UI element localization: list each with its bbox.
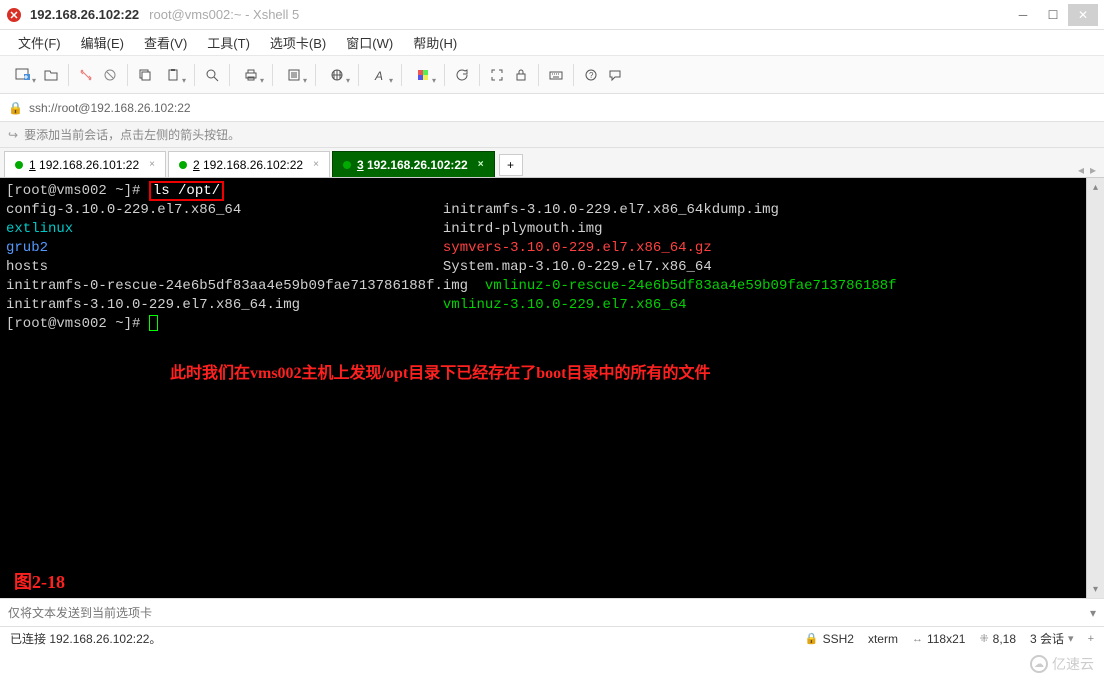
compose-dropdown-button[interactable]: ▾ <box>1090 606 1096 620</box>
compose-bar: ▾ <box>0 598 1104 626</box>
window-title-sub: root@vms002:~ - Xshell 5 <box>149 7 299 22</box>
add-tab-button[interactable]: + <box>499 154 523 176</box>
position-icon: ⁜ <box>979 632 988 645</box>
print-button[interactable] <box>236 64 266 86</box>
figure-label: 图2-18 <box>14 573 65 592</box>
status-dot-icon <box>343 161 351 169</box>
menu-bar: 文件(F) 编辑(E) 查看(V) 工具(T) 选项卡(B) 窗口(W) 帮助(… <box>0 30 1104 56</box>
status-term: xterm <box>868 632 898 646</box>
color-scheme-button[interactable] <box>408 64 438 86</box>
properties-button[interactable] <box>279 64 309 86</box>
cloud-icon: ☁ <box>1030 655 1048 673</box>
status-size: ↔118x21 <box>912 632 965 646</box>
tab-next-button[interactable]: ▸ <box>1090 163 1096 177</box>
disconnect-button[interactable] <box>99 64 121 86</box>
close-icon[interactable]: × <box>149 159 155 170</box>
chevron-down-icon: ▾ <box>1068 632 1074 645</box>
font-button[interactable]: A <box>365 64 395 86</box>
watermark-text: 亿速云 <box>1052 654 1094 674</box>
window-controls: ─ ☐ ✕ <box>1008 4 1098 26</box>
new-session-button[interactable] <box>8 64 38 86</box>
menu-tabs[interactable]: 选项卡(B) <box>262 30 334 55</box>
title-bar: 192.168.26.102:22 root@vms002:~ - Xshell… <box>0 0 1104 30</box>
lock-button[interactable] <box>510 64 532 86</box>
annotation-text: 此时我们在vms002主机上发现/opt目录下已经存在了boot目录中的所有的文… <box>170 364 710 383</box>
menu-edit[interactable]: 编辑(E) <box>73 30 132 55</box>
reconnect-button[interactable] <box>75 64 97 86</box>
terminal-container: [root@vms002 ~]# ls /opt/config-3.10.0-2… <box>0 178 1104 598</box>
menu-file[interactable]: 文件(F) <box>10 30 69 55</box>
lock-icon: 🔒 <box>8 101 23 115</box>
watermark: ☁ 亿速云 <box>1030 654 1094 674</box>
scrollbar[interactable]: ▴ ▾ <box>1086 178 1104 598</box>
terminal[interactable]: [root@vms002 ~]# ls /opt/config-3.10.0-2… <box>0 178 1086 598</box>
tab-bar: 1 192.168.26.101:22 × 2 192.168.26.102:2… <box>0 148 1104 178</box>
status-dot-icon <box>179 161 187 169</box>
scroll-down-button[interactable]: ▾ <box>1087 580 1104 598</box>
fullscreen-button[interactable] <box>486 64 508 86</box>
status-dot-icon <box>15 161 23 169</box>
plus-icon: + <box>1088 633 1094 645</box>
close-button[interactable]: ✕ <box>1068 4 1098 26</box>
session-tab-3[interactable]: 3 192.168.26.102:22 × <box>332 151 495 177</box>
paste-button[interactable] <box>158 64 188 86</box>
copy-button[interactable] <box>134 64 156 86</box>
open-button[interactable] <box>40 64 62 86</box>
menu-view[interactable]: 查看(V) <box>136 30 195 55</box>
status-bar: 已连接 192.168.26.102:22。 🔒SSH2 xterm ↔118x… <box>0 626 1104 650</box>
tab-label: 1 192.168.26.101:22 <box>29 158 139 172</box>
address-input[interactable] <box>29 101 1096 115</box>
refresh-button[interactable] <box>451 64 473 86</box>
maximize-button[interactable]: ☐ <box>1038 4 1068 26</box>
lock-icon: 🔒 <box>805 632 819 645</box>
svg-text:?: ? <box>589 71 594 80</box>
hint-bar: ↪ 要添加当前会话，点击左侧的箭头按钮。 <box>0 122 1104 148</box>
tab-prev-button[interactable]: ◂ <box>1078 163 1084 177</box>
status-add-button[interactable]: + <box>1088 633 1094 645</box>
tab-label: 2 192.168.26.102:22 <box>193 158 303 172</box>
globe-button[interactable] <box>322 64 352 86</box>
tab-nav: ◂ ▸ <box>1078 163 1104 177</box>
size-icon: ↔ <box>912 633 923 645</box>
menu-help[interactable]: 帮助(H) <box>405 30 465 55</box>
session-tab-1[interactable]: 1 192.168.26.101:22 × <box>4 151 166 177</box>
session-tab-2[interactable]: 2 192.168.26.102:22 × <box>168 151 330 177</box>
minimize-button[interactable]: ─ <box>1008 4 1038 26</box>
search-button[interactable] <box>201 64 223 86</box>
compose-input[interactable] <box>8 606 1090 620</box>
hint-text: 要添加当前会话，点击左侧的箭头按钮。 <box>24 126 240 143</box>
add-session-icon[interactable]: ↪ <box>8 128 18 142</box>
svg-text:A: A <box>374 69 383 82</box>
status-connection: 已连接 192.168.26.102:22。 <box>10 630 791 647</box>
status-cursor-pos: ⁜8,18 <box>979 632 1016 646</box>
keyboard-button[interactable] <box>545 64 567 86</box>
scroll-up-button[interactable]: ▴ <box>1087 178 1104 196</box>
toolbar: A ? <box>0 56 1104 94</box>
menu-window[interactable]: 窗口(W) <box>338 30 401 55</box>
help-button[interactable]: ? <box>580 64 602 86</box>
window-title-main: 192.168.26.102:22 <box>30 7 139 22</box>
tab-label: 3 192.168.26.102:22 <box>357 158 468 172</box>
address-bar: 🔒 <box>0 94 1104 122</box>
chat-button[interactable] <box>604 64 626 86</box>
app-icon <box>6 7 22 23</box>
close-icon[interactable]: × <box>478 159 484 170</box>
status-sessions[interactable]: 3 会话 ▾ <box>1030 630 1074 647</box>
menu-tools[interactable]: 工具(T) <box>199 30 258 55</box>
close-icon[interactable]: × <box>313 159 319 170</box>
status-ssh: 🔒SSH2 <box>805 632 854 646</box>
